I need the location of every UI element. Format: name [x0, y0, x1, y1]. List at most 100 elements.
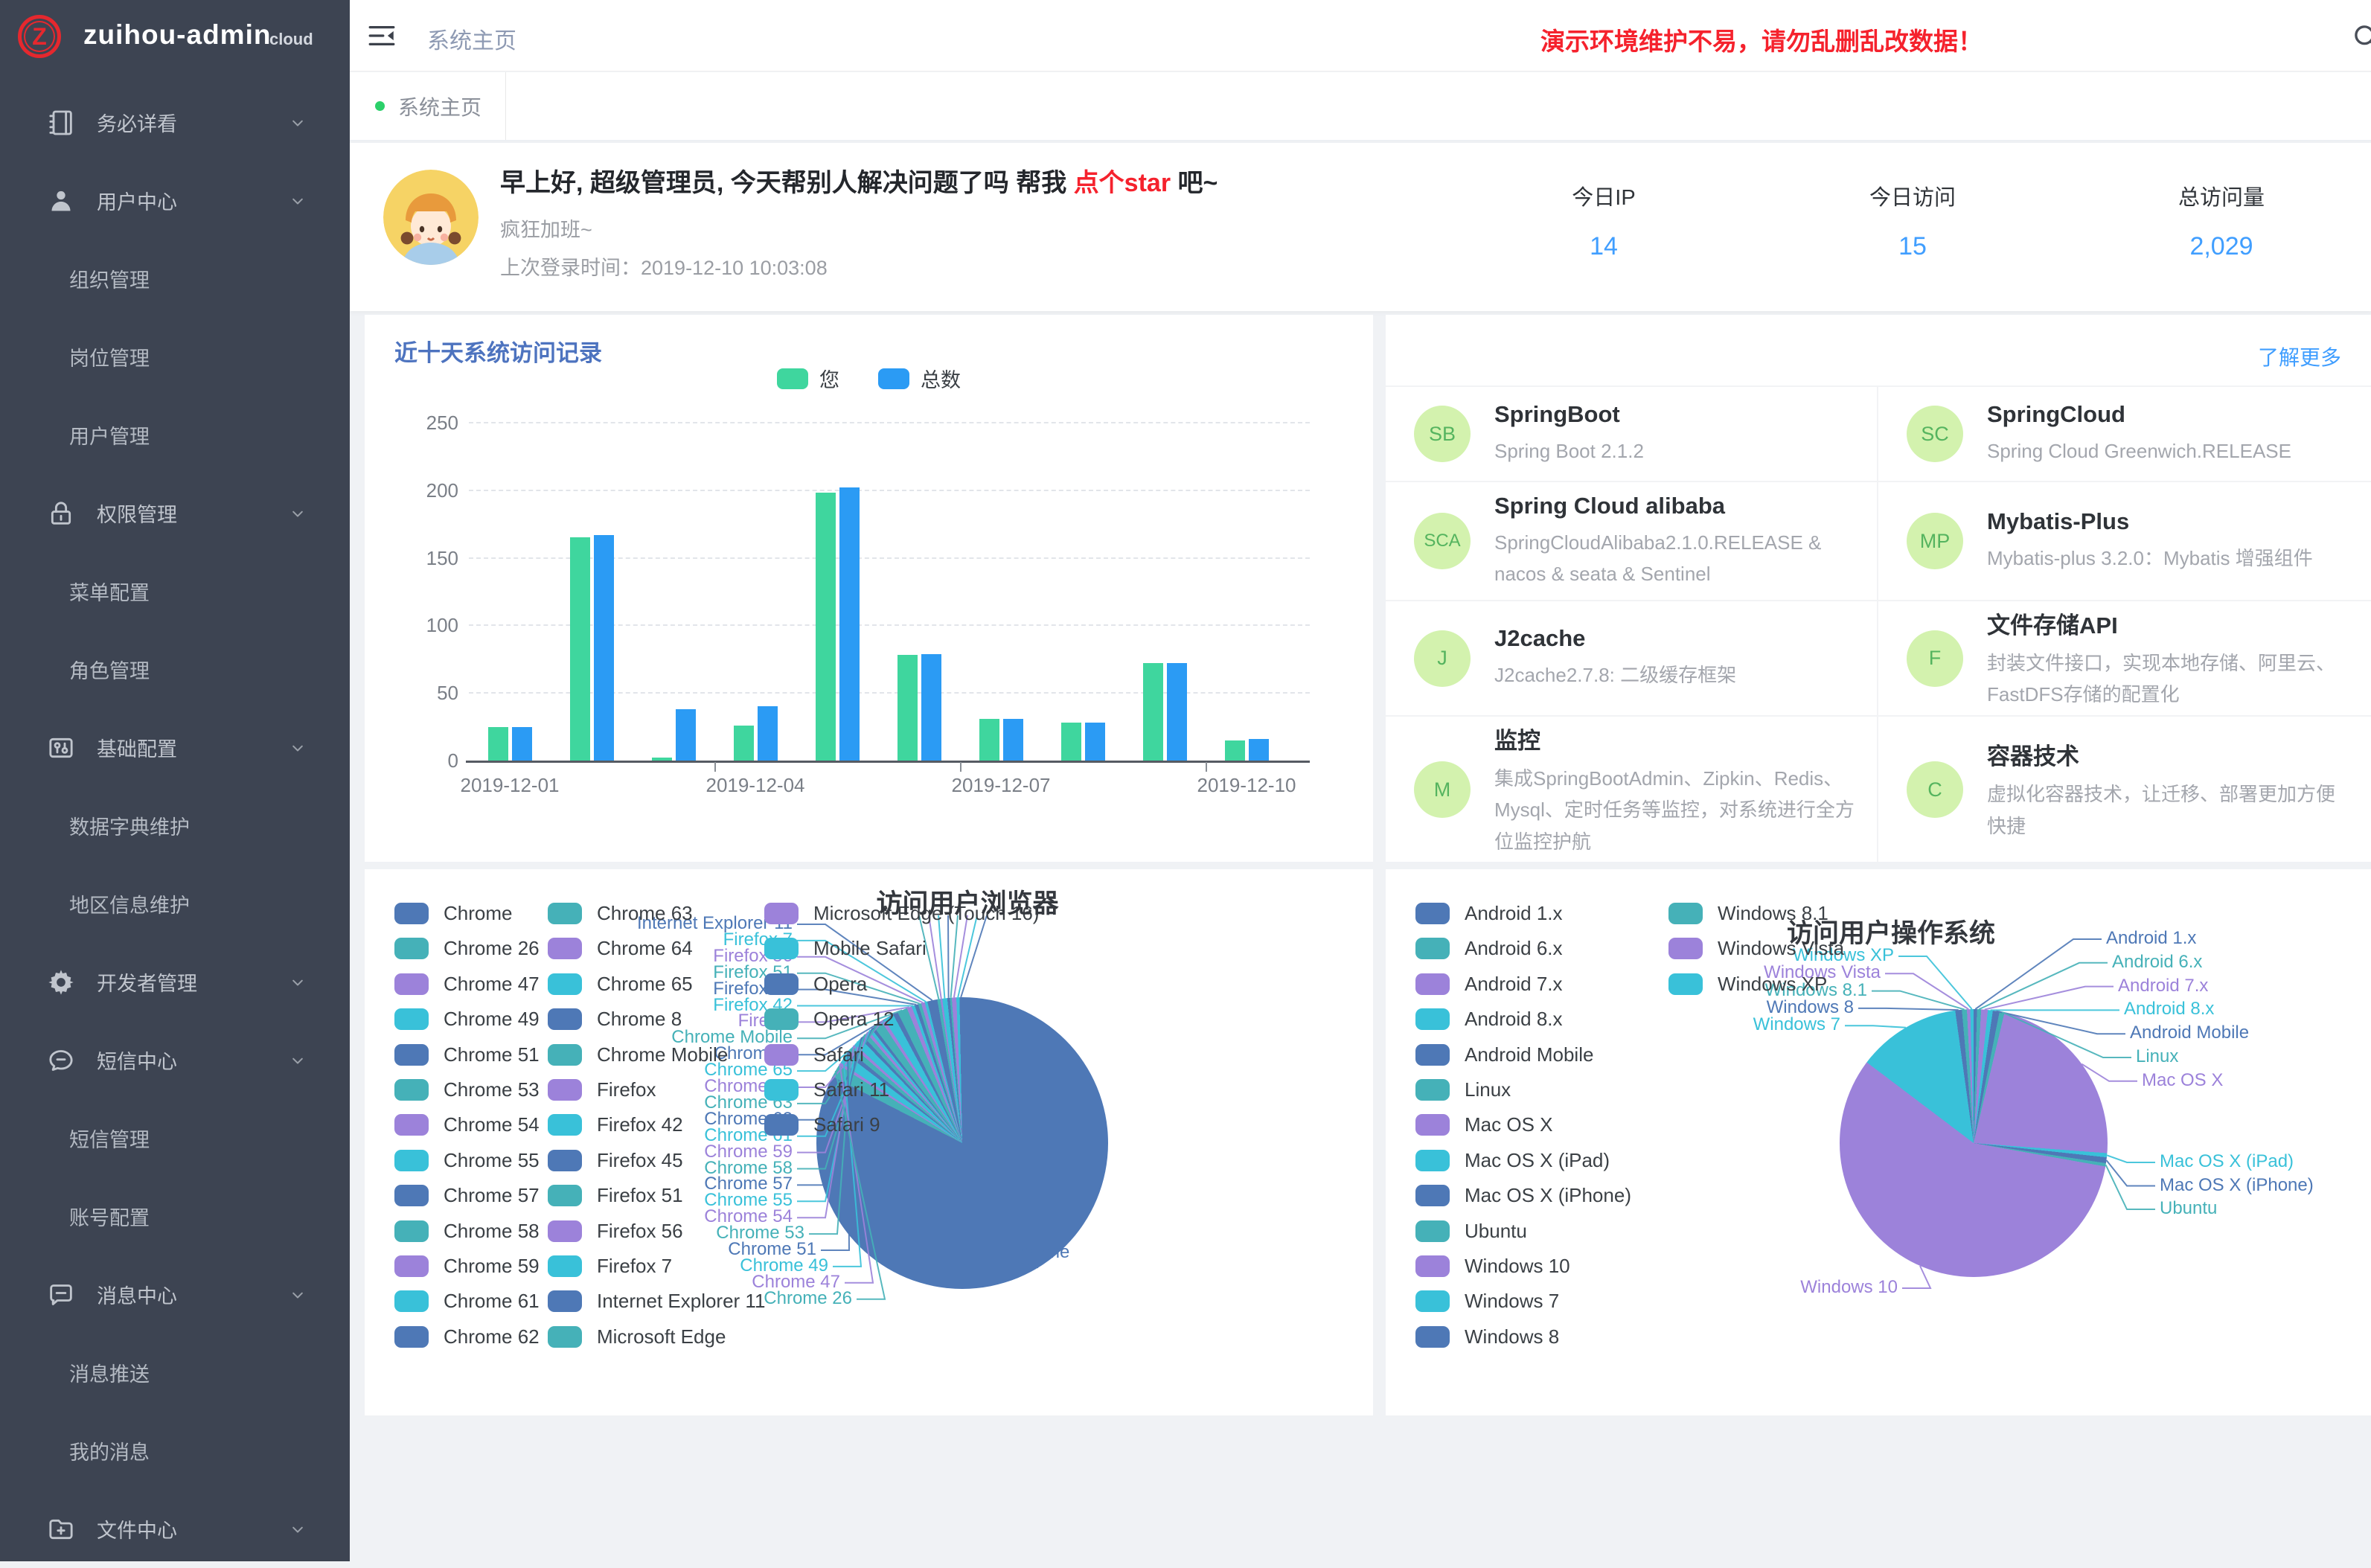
sidebar-item-岗位管理[interactable]: 岗位管理: [0, 318, 350, 396]
legend-item-Windows 10[interactable]: Windows 10: [1415, 1255, 1570, 1278]
greeting-panel: 早上好, 超级管理员, 今天帮别人解决问题了吗 帮我 点个star 吧~ 疯狂加…: [350, 143, 2371, 311]
legend-item-Chrome 57[interactable]: Chrome 57: [394, 1184, 540, 1207]
sidebar-item-消息中心[interactable]: 消息中心: [0, 1255, 350, 1334]
legend-item-Chrome[interactable]: Chrome: [394, 902, 512, 925]
tech-card-J2cache[interactable]: JJ2cacheJ2cache2.7.8: 二级缓存框架: [1386, 601, 1877, 715]
pie-callout-Mac OS X (iPhone): Mac OS X (iPhone): [2160, 1175, 2314, 1196]
tech-card-监控[interactable]: M监控集成SpringBootAdmin、Zipkin、Redis、Mysql、…: [1386, 717, 1877, 862]
legend-item-Chrome 65[interactable]: Chrome 65: [548, 973, 693, 996]
legend-item-Mac OS X[interactable]: Mac OS X: [1415, 1113, 1552, 1136]
tech-card-Mybatis-Plus[interactable]: MPMybatis-PlusMybatis-plus 3.2.0：Mybatis…: [1878, 482, 2371, 600]
legend-item-Safari 9[interactable]: Safari 9: [764, 1113, 880, 1136]
tech-card-SpringBoot[interactable]: SBSpringBootSpring Boot 2.1.2: [1386, 387, 1877, 481]
tech-card-title: SpringBoot: [1494, 401, 1644, 428]
sidebar-item-权限管理[interactable]: 权限管理: [0, 474, 350, 552]
legend-item-Chrome 54[interactable]: Chrome 54: [394, 1113, 540, 1136]
stat-value[interactable]: 14: [1485, 232, 1723, 261]
legend-item-Ubuntu[interactable]: Ubuntu: [1415, 1220, 1527, 1243]
legend-swatch: [1415, 1290, 1450, 1312]
sidebar-item-数据字典维护[interactable]: 数据字典维护: [0, 787, 350, 865]
legend-item-Opera[interactable]: Opera: [764, 973, 867, 996]
legend-item-Android 1.x[interactable]: Android 1.x: [1415, 902, 1563, 925]
sidebar-item-基础配置[interactable]: 基础配置: [0, 708, 350, 787]
sidebar-item-开发者管理[interactable]: 开发者管理: [0, 943, 350, 1021]
legend-item-Android Mobile[interactable]: Android Mobile: [1415, 1043, 1593, 1066]
legend-item-Android 8.x[interactable]: Android 8.x: [1415, 1008, 1563, 1031]
menu-fold-icon[interactable]: [366, 20, 397, 51]
legend-label: Opera 12: [813, 1008, 894, 1031]
sidebar-item-用户中心[interactable]: 用户中心: [0, 161, 350, 240]
legend-item-Chrome Mobile[interactable]: Chrome Mobile: [548, 1043, 728, 1066]
tech-card-title: Spring Cloud alibaba: [1494, 493, 1859, 519]
tech-card-文件存储API[interactable]: F文件存储API封装文件接口，实现本地存储、阿里云、FastDFS存储的配置化: [1878, 601, 2371, 715]
legend-item-Firefox[interactable]: Firefox: [548, 1078, 656, 1101]
legend-item-Opera 12[interactable]: Opera 12: [764, 1008, 894, 1031]
legend-item-Firefox 42[interactable]: Firefox 42: [548, 1113, 683, 1136]
legend-item-Linux[interactable]: Linux: [1415, 1078, 1511, 1101]
tech-card-desc: 集成SpringBootAdmin、Zipkin、Redis、Mysql、定时任…: [1494, 763, 1859, 857]
tech-card-SpringCloud[interactable]: SCSpringCloudSpring Cloud Greenwich.RELE…: [1878, 387, 2371, 481]
legend-item-Mobile Safari[interactable]: Mobile Safari: [764, 937, 927, 960]
legend-item-Firefox 51[interactable]: Firefox 51: [548, 1184, 683, 1207]
legend-item-Mac OS X (iPhone)[interactable]: Mac OS X (iPhone): [1415, 1184, 1631, 1207]
tech-card-desc: Spring Cloud Greenwich.RELEASE: [1987, 435, 2291, 467]
bar-总数-2019-12-07: [1003, 719, 1023, 761]
legend-label: Chrome 59: [444, 1255, 540, 1278]
legend-item-Windows XP[interactable]: Windows XP: [1668, 973, 1827, 996]
legend-item-总数[interactable]: 总数: [878, 364, 961, 393]
legend-item-Chrome 26[interactable]: Chrome 26: [394, 937, 540, 960]
tech-card-Spring Cloud alibaba[interactable]: SCASpring Cloud alibabaSpringCloudAlibab…: [1386, 482, 1877, 600]
legend-item-Windows 7[interactable]: Windows 7: [1415, 1290, 1559, 1313]
legend-item-Chrome 47[interactable]: Chrome 47: [394, 973, 540, 996]
legend-item-Chrome 62[interactable]: Chrome 62: [394, 1325, 540, 1348]
legend-item-Firefox 56[interactable]: Firefox 56: [548, 1220, 683, 1243]
x-axis-tick: [1206, 762, 1207, 772]
legend-item-Android 6.x[interactable]: Android 6.x: [1415, 937, 1563, 960]
chat-square-icon: [46, 1280, 76, 1310]
sidebar-item-菜单配置[interactable]: 菜单配置: [0, 552, 350, 630]
sidebar-item-文件中心[interactable]: 文件中心: [0, 1490, 350, 1568]
search-icon[interactable]: [2350, 21, 2371, 52]
sidebar-item-地区信息维护[interactable]: 地区信息维护: [0, 865, 350, 943]
legend-label: Firefox 42: [597, 1113, 683, 1136]
sidebar-item-账号配置[interactable]: 账号配置: [0, 1177, 350, 1255]
legend-item-Internet Explorer 11[interactable]: Internet Explorer 11: [548, 1290, 765, 1313]
sidebar-item-我的消息[interactable]: 我的消息: [0, 1412, 350, 1490]
tech-card-desc: J2cache2.7.8: 二级缓存框架: [1494, 659, 1736, 691]
legend-item-Chrome 58[interactable]: Chrome 58: [394, 1220, 540, 1243]
legend-item-Chrome 63[interactable]: Chrome 63: [548, 902, 693, 925]
learn-more-link[interactable]: 了解更多: [2258, 342, 2341, 371]
sidebar-item-组织管理[interactable]: 组织管理: [0, 240, 350, 318]
sidebar-item-消息推送[interactable]: 消息推送: [0, 1334, 350, 1412]
tech-card-容器技术[interactable]: C容器技术虚拟化容器技术，让迁移、部署更加方便快捷: [1878, 717, 2371, 862]
legend-item-Firefox 7[interactable]: Firefox 7: [548, 1255, 672, 1278]
legend-item-Chrome 51[interactable]: Chrome 51: [394, 1043, 540, 1066]
legend-item-Firefox 45[interactable]: Firefox 45: [548, 1149, 683, 1172]
sidebar-item-务必详看[interactable]: 务必详看: [0, 83, 350, 161]
tech-card-desc: SpringCloudAlibaba2.1.0.RELEASE & nacos …: [1494, 527, 1859, 589]
sidebar-item-角色管理[interactable]: 角色管理: [0, 630, 350, 708]
legend-item-Microsoft Edge[interactable]: Microsoft Edge: [548, 1325, 726, 1348]
sidebar-item-用户管理[interactable]: 用户管理: [0, 396, 350, 474]
stat-value[interactable]: 15: [1794, 232, 2032, 261]
legend-item-Chrome 55[interactable]: Chrome 55: [394, 1149, 540, 1172]
sidebar-item-短信中心[interactable]: 短信中心: [0, 1021, 350, 1099]
legend-item-Chrome 59[interactable]: Chrome 59: [394, 1255, 540, 1278]
legend-item-Windows 8[interactable]: Windows 8: [1415, 1325, 1559, 1348]
legend-item-Chrome 53[interactable]: Chrome 53: [394, 1078, 540, 1101]
legend-item-Chrome 61[interactable]: Chrome 61: [394, 1290, 540, 1313]
logo[interactable]: Z zuihou-admin cloud: [0, 0, 350, 74]
legend-item-Safari 11[interactable]: Safari 11: [764, 1078, 889, 1101]
legend-item-Mac OS X (iPad)[interactable]: Mac OS X (iPad): [1415, 1149, 1610, 1172]
sidebar-item-短信管理[interactable]: 短信管理: [0, 1099, 350, 1177]
tab-system-home[interactable]: 系统主页: [350, 72, 506, 140]
legend-item-Chrome 49[interactable]: Chrome 49: [394, 1008, 540, 1031]
legend-item-您[interactable]: 您: [777, 364, 839, 393]
legend-item-Android 7.x[interactable]: Android 7.x: [1415, 973, 1563, 996]
legend-item-Chrome 8[interactable]: Chrome 8: [548, 1008, 682, 1031]
legend-item-Safari[interactable]: Safari: [764, 1043, 864, 1066]
legend-item-Chrome 64[interactable]: Chrome 64: [548, 937, 693, 960]
x-tick-label: 2019-12-10: [1150, 774, 1343, 797]
stat-value[interactable]: 2,029: [2102, 232, 2340, 261]
star-link[interactable]: 点个star: [1074, 169, 1171, 197]
